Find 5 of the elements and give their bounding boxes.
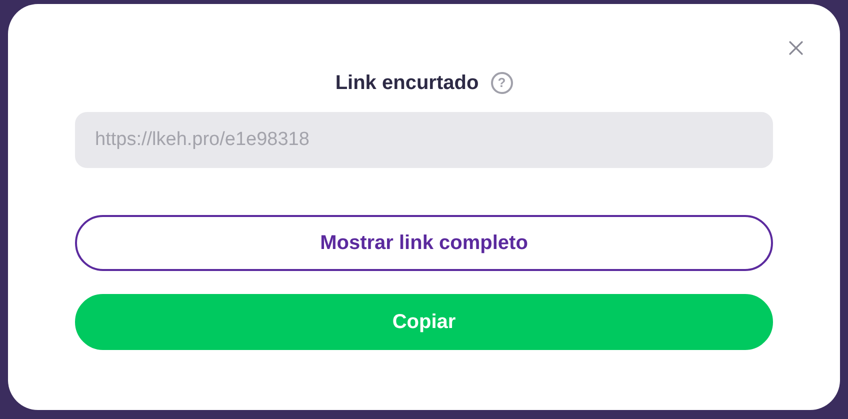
copy-button[interactable]: Copiar bbox=[75, 294, 773, 350]
help-button[interactable]: ? bbox=[490, 72, 513, 94]
dialog-title: Link encurtado bbox=[335, 71, 479, 96]
show-link-button[interactable]: Mostrar link completo bbox=[75, 215, 773, 271]
link-field[interactable]: https://lkeh.pro/e1e98318 bbox=[75, 112, 773, 168]
